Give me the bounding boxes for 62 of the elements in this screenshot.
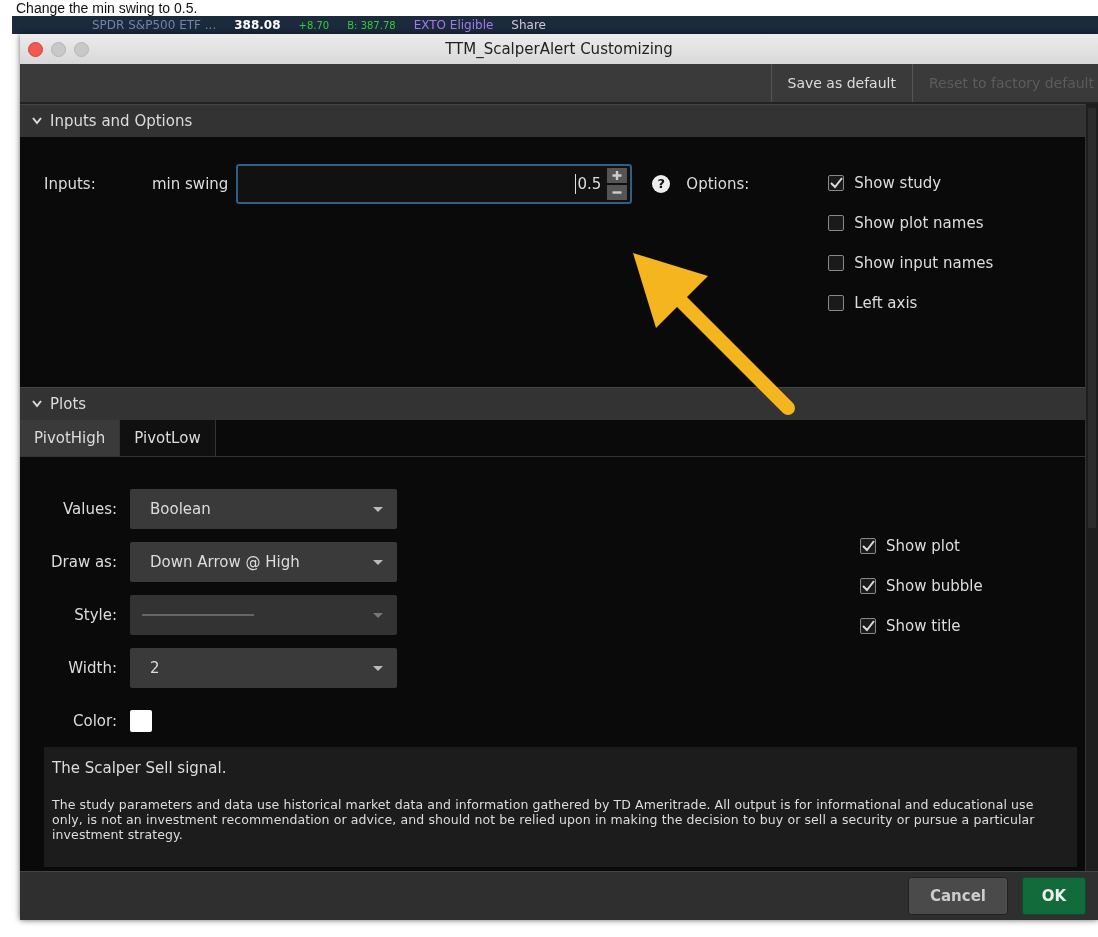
checkbox-label: Show plot names (854, 214, 984, 232)
check-icon (861, 619, 875, 633)
checkbox-label: Show bubble (886, 577, 983, 595)
field-label: Draw as: (50, 553, 118, 571)
checkbox[interactable] (860, 578, 876, 594)
number-field[interactable]: 0.5 (236, 164, 633, 204)
cancel-button[interactable]: Cancel (908, 877, 1008, 915)
eligibility-label: EXTO Eligible (413, 18, 494, 32)
checkbox[interactable] (828, 175, 845, 191)
bid-text: B: 387.78 (347, 19, 396, 31)
checkbox[interactable] (828, 215, 845, 231)
section-title: Plots (50, 395, 87, 413)
checkbox[interactable] (860, 538, 876, 554)
options-label: Options: (686, 175, 751, 193)
checkbox-label: Show plot (886, 537, 960, 555)
caret-icon (373, 665, 383, 671)
plot-tab[interactable]: PivotLow (120, 420, 216, 456)
check-icon (829, 176, 844, 190)
toolbar-button[interactable]: Save as default (770, 64, 912, 102)
caret-icon (373, 612, 383, 618)
plus-icon (607, 168, 628, 183)
checkbox[interactable] (828, 255, 845, 271)
checkbox-label: Show title (886, 617, 961, 635)
symbol-label: SPDR S&P500 ETF ... (92, 18, 217, 32)
field-label: Style: (73, 606, 118, 624)
section-header[interactable]: Inputs and Options (20, 104, 1085, 137)
description-title: The Scalper Sell signal. (52, 759, 228, 777)
input-label: min swing (152, 175, 229, 193)
checkbox-label: Show input names (854, 254, 994, 272)
disclaimer-text: The study parameters and data use historical market data and information gathered by TD Ameritrade. All output is for informational and educational use only, is not an investment recommendation or advice, and should not be relied upon in making the decision to buy or sell a security or pursue a particular investment strategy. (52, 797, 1036, 842)
field-label: Color: (72, 712, 118, 730)
close-button[interactable] (28, 41, 43, 57)
chevron-down-icon (32, 400, 42, 408)
dropdown[interactable]: Down Arrow @ High (130, 542, 397, 582)
checkbox[interactable] (860, 618, 876, 634)
line-sample-icon (142, 613, 254, 617)
caret-icon (373, 559, 383, 565)
dropdown[interactable]: Boolean (130, 489, 397, 529)
scrollbar[interactable] (1085, 104, 1098, 871)
check-icon (861, 579, 875, 593)
section-header[interactable]: Plots (20, 387, 1085, 420)
checkbox-label: Left axis (854, 294, 918, 312)
minus-icon (607, 185, 628, 200)
caption-text: Change the min swing to 0.5. (15, 0, 199, 16)
field-label: Values: (61, 500, 118, 518)
check-icon (861, 539, 875, 553)
checkbox[interactable] (828, 295, 845, 311)
section-title: Inputs and Options (50, 112, 193, 130)
ok-button[interactable]: OK (1022, 877, 1086, 915)
color-swatch[interactable] (130, 710, 152, 732)
caret-icon (373, 506, 383, 512)
checkbox-label: Show study (854, 174, 942, 192)
chevron-down-icon (32, 117, 42, 125)
change-text: +8.70 (298, 19, 330, 31)
plot-tab[interactable]: PivotHigh (20, 420, 121, 456)
inputs-label: Inputs: (44, 175, 96, 193)
window-title: TTM_ScalperAlert Customizing (445, 40, 673, 58)
share-button[interactable]: Share (511, 18, 546, 32)
price-text: 388.08 (234, 18, 281, 32)
help-button[interactable]: ? (652, 175, 671, 193)
field-label: Width: (67, 659, 118, 677)
dropdown[interactable]: 2 (130, 648, 397, 688)
